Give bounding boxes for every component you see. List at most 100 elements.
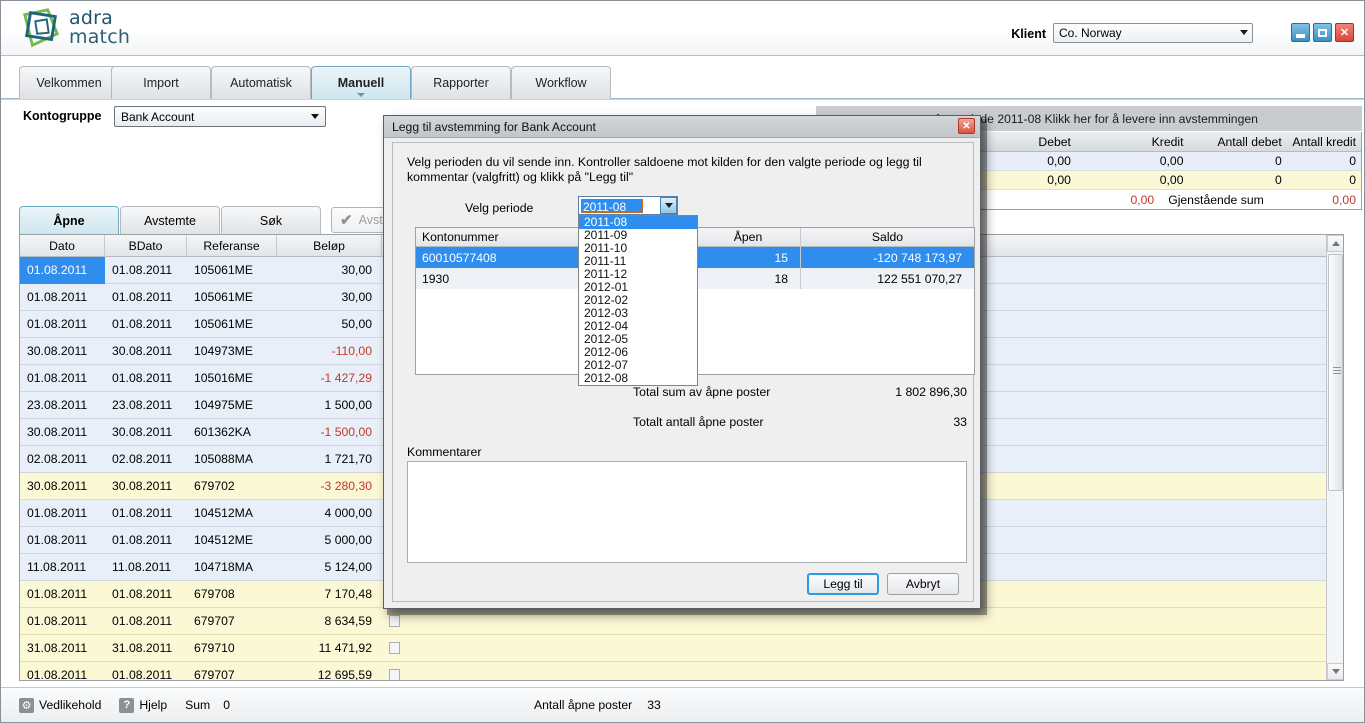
status-sum: Sum 0 (185, 698, 230, 712)
cell-bdato: 01.08.2011 (112, 290, 173, 304)
cell-dato: 30.08.2011 (27, 425, 88, 439)
chevron-down-icon (664, 203, 673, 208)
main-tabbar: Velkommen Import Automatisk Manuell Rapp… (1, 56, 1364, 99)
cell-bdato: 01.08.2011 (112, 317, 173, 331)
dialog-close-icon[interactable]: ✕ (958, 118, 975, 134)
grid-tab-label: Søk (259, 213, 283, 228)
dialog-description: Velg perioden du vil sende inn. Kontroll… (407, 155, 922, 184)
period-dropdown-list[interactable]: 2011-08 2011-09 2011-10 2011-11 2011-12 2012-… (578, 215, 698, 386)
summary-col-debet: Debet (1038, 134, 1071, 149)
cell-belop: 50,00 (341, 317, 373, 331)
grid-col-belop[interactable]: Beløp (277, 235, 382, 257)
grid-col-referanse[interactable]: Referanse (187, 235, 277, 257)
period-selected-value: 2011-08 (581, 199, 643, 214)
cell-referanse: 679707 (194, 668, 235, 681)
tab-velkommen[interactable]: Velkommen (19, 66, 119, 99)
cell-belop: -110,00 (331, 344, 372, 358)
dialog-titlebar: Legg til avstemming for Bank Account ✕ (384, 116, 980, 138)
chevron-up-icon (1331, 241, 1340, 246)
cell-bdato: 01.08.2011 (112, 506, 173, 520)
check-icon: ✔ (340, 212, 353, 229)
tab-import[interactable]: Import (111, 66, 211, 99)
scroll-up-button[interactable] (1327, 235, 1343, 252)
tab-automatisk[interactable]: Automatisk (211, 66, 311, 99)
cell-bdato: 23.08.2011 (112, 398, 173, 412)
klient-select[interactable]: Co. Norway (1053, 23, 1253, 43)
summary-cell-kredit: 0,00 (1159, 173, 1184, 187)
summary-cell-debet: 0,00 (1047, 173, 1071, 187)
cell-belop: 8 634,59 (324, 614, 372, 628)
cell-referanse: 104718MA (194, 560, 253, 574)
row-checkbox[interactable] (389, 669, 400, 680)
minimize-button[interactable] (1291, 23, 1310, 42)
summary-remaining-label: Gjenstående sum (1168, 192, 1264, 207)
logo-text-line2: match (69, 26, 131, 48)
scroll-down-button[interactable] (1327, 663, 1343, 680)
avbryt-button[interactable]: Avbryt (887, 573, 959, 595)
total-sum-value: 1 802 896,30 (895, 385, 967, 399)
cell-belop: -1 427,29 (320, 371, 373, 385)
table-row[interactable]: 31.08.2011 31.08.2011 679710 11 471,92 (20, 635, 1343, 662)
cell-bdato: 01.08.2011 (112, 614, 173, 628)
adra-match-logo: adra match (19, 7, 130, 49)
cell-bdato: 01.08.2011 (112, 668, 173, 681)
close-button[interactable]: ✕ (1335, 23, 1354, 42)
cell-dato: 01.08.2011 (27, 587, 88, 601)
dialog-cell-saldo: 122 551 070,27 (877, 271, 962, 286)
grid-tabbar: Åpne Avstemte Søk (19, 206, 321, 234)
period-dropdown-button[interactable] (660, 197, 677, 214)
grid-tab-sok[interactable]: Søk (221, 206, 321, 234)
summary-cell-debet: 0,00 (1047, 154, 1071, 168)
period-option[interactable]: 2012-08 (579, 372, 697, 385)
summary-cell-kredit: 0,00 (1159, 154, 1184, 168)
total-count-value: 33 (953, 415, 967, 429)
cell-dato: 01.08.2011 (27, 506, 88, 520)
status-bar: ⚙ Vedlikehold ? Hjelp Sum 0 Antall åpne … (1, 687, 1364, 722)
legg-til-button[interactable]: Legg til (807, 573, 879, 595)
grid-col-dato[interactable]: Dato (20, 235, 105, 257)
app-header: adra match Klient Co. Norway ✕ (1, 1, 1364, 56)
maximize-button[interactable] (1313, 23, 1332, 42)
comments-textarea[interactable] (407, 461, 967, 563)
cell-bdato: 31.08.2011 (112, 641, 173, 655)
cell-referanse: 104973ME (194, 344, 253, 358)
cell-checkbox[interactable] (382, 662, 407, 680)
dialog-buttons: Legg til Avbryt (807, 573, 959, 595)
cell-referanse: 105061ME (194, 290, 253, 304)
table-row[interactable]: 01.08.2011 01.08.2011 679707 12 695,59 (20, 662, 1343, 681)
scrollbar-thumb[interactable] (1328, 254, 1343, 491)
grid-tab-apne[interactable]: Åpne (19, 206, 119, 234)
grid-vertical-scrollbar[interactable] (1326, 235, 1343, 680)
cell-referanse: 104512MA (194, 506, 253, 520)
tab-workflow[interactable]: Workflow (511, 66, 611, 99)
cell-checkbox[interactable] (382, 635, 407, 662)
question-icon: ? (119, 697, 135, 713)
summary-sum-value: 0,00 (1130, 192, 1155, 207)
tab-manuell[interactable]: Manuell (311, 66, 411, 99)
total-sum-label: Total sum av åpne poster (633, 385, 771, 399)
cell-dato: 01.08.2011 (27, 668, 88, 681)
cell-bdato: 01.08.2011 (112, 587, 173, 601)
grid-col-bdato[interactable]: BDato (105, 235, 187, 257)
tab-rapporter[interactable]: Rapporter (411, 66, 511, 99)
application-window: adra match Klient Co. Norway ✕ Velkommen… (0, 0, 1365, 723)
klient-select-value: Co. Norway (1059, 26, 1122, 40)
kontogruppe-select[interactable]: Bank Account (114, 106, 326, 127)
tab-label: Automatisk (230, 76, 292, 90)
period-combobox[interactable]: 2011-08 (578, 196, 678, 215)
hjelp-button[interactable]: ? Hjelp (119, 697, 167, 713)
vedlikehold-button[interactable]: ⚙ Vedlikehold (19, 697, 101, 713)
dialog-cell-apen: 15 (696, 247, 801, 268)
cell-referanse: 105088MA (194, 452, 253, 466)
cell-belop: -3 280,30 (320, 479, 373, 493)
cell-dato: 23.08.2011 (27, 398, 88, 412)
cell-referanse: 679702 (194, 479, 235, 493)
row-checkbox[interactable] (389, 615, 400, 627)
cell-dato: 11.08.2011 (27, 560, 87, 574)
summary-col-antall-debet: Antall debet (1217, 134, 1282, 149)
summary-col-kredit: Kredit (1151, 134, 1184, 149)
row-checkbox[interactable] (389, 642, 400, 654)
grid-tab-avstemte[interactable]: Avstemte (120, 206, 220, 234)
dialog-title: Legg til avstemming for Bank Account (392, 119, 596, 134)
tab-label: Rapporter (433, 76, 489, 90)
